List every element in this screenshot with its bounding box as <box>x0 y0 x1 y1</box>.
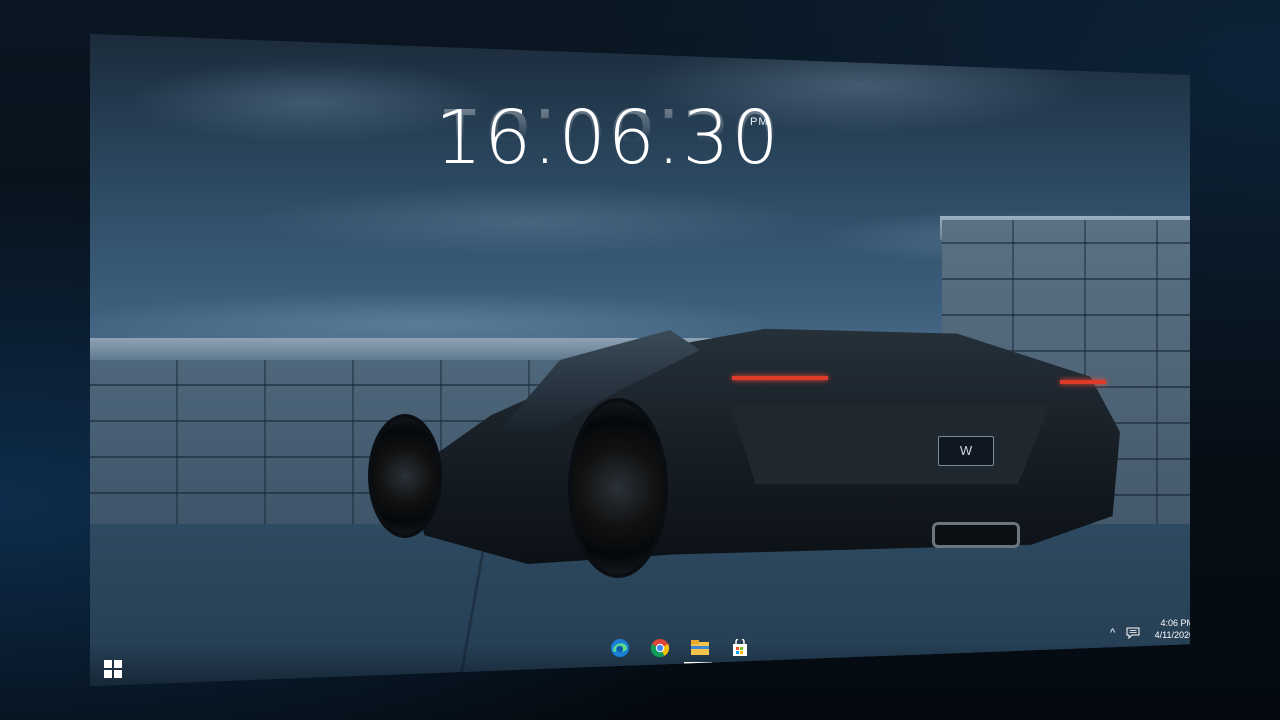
show-hidden-icons-chevron-icon[interactable]: ^ <box>1110 628 1120 639</box>
desktop-screen: W 16.06.30 16.06.30 PM ^ 4:06 P 4/11/202 <box>90 34 1190 686</box>
car-rear <box>730 404 1050 484</box>
tray-time[interactable]: 4:06 PM <box>1146 618 1190 629</box>
edge-icon[interactable] <box>608 636 632 660</box>
clock-reflection: 16.06.30 <box>435 94 781 174</box>
car-plate: W <box>938 436 994 466</box>
clock-ampm: PM <box>750 116 769 128</box>
car-taillight <box>732 376 828 380</box>
store-icon[interactable] <box>728 636 752 660</box>
system-tray: ^ 4:06 PM 4/11/2020 <box>1108 618 1190 656</box>
clock-widget: 16.06.30 16.06.30 PM <box>435 94 795 218</box>
car-wheel <box>568 398 668 578</box>
tray-date[interactable]: 4/11/2020 <box>1138 630 1190 641</box>
chrome-icon[interactable] <box>648 636 672 660</box>
car-exhaust <box>932 522 1020 548</box>
active-app-indicator <box>684 662 712 664</box>
file-explorer-icon[interactable] <box>688 636 712 660</box>
car-taillight <box>1060 380 1106 384</box>
windows-logo-icon[interactable] <box>104 660 122 678</box>
taskbar <box>90 644 1190 686</box>
car-wheel <box>368 414 442 538</box>
backdrop: W 16.06.30 16.06.30 PM ^ 4:06 P 4/11/202 <box>0 0 1280 720</box>
